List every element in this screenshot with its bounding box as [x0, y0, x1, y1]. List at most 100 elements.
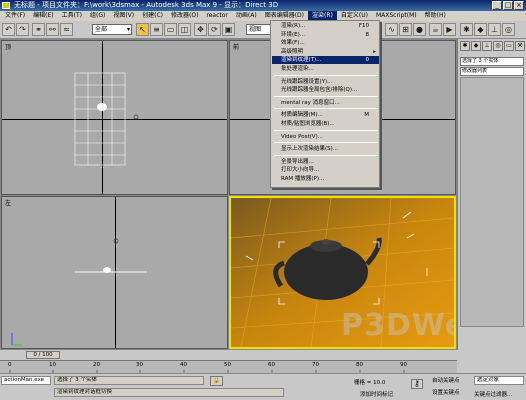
lock-selection-icon[interactable]: 🔒	[210, 376, 223, 386]
rectangular-selection-icon[interactable]: ▭	[164, 23, 177, 36]
render-menu-item-label: 材质编辑器(M)...	[281, 112, 323, 119]
render-menu-item-label: mental ray 消息窗口...	[281, 99, 340, 106]
menu-tools[interactable]: 工具(T)	[58, 11, 86, 21]
add-time-tag[interactable]: 添加时间标记	[360, 390, 393, 398]
motion-tab-icon[interactable]: ◎	[502, 23, 515, 36]
selection-name-field[interactable]: 选择了 3 个实体	[460, 57, 524, 66]
viewport-area: 顶 前 左 P3DWe	[0, 39, 457, 350]
material-editor-icon[interactable]: ●	[413, 23, 426, 36]
quick-render-icon[interactable]: ▶	[443, 23, 456, 36]
render-menu-item[interactable]: 材质/贴图浏览器(B)...	[272, 120, 379, 128]
grid-size: 栅格 = 10.0	[354, 380, 386, 386]
hierarchy-tab-icon[interactable]: ⊥	[488, 23, 501, 36]
create-tab-icon[interactable]: ✱	[460, 23, 473, 36]
render-menu-item-shortcut: M	[364, 112, 369, 119]
menu-separator	[274, 74, 378, 76]
window-crossing-icon[interactable]: ◫	[178, 23, 191, 36]
modifier-stack[interactable]	[460, 77, 524, 327]
bind-spacewarp-icon[interactable]: ≈	[60, 23, 73, 36]
key-icon[interactable]: ⚷	[411, 379, 423, 389]
menu-separator	[274, 95, 378, 97]
menu-bar: 文件(F) 编辑(E) 工具(T) 组(G) 视图(V) 创建(C) 修改器(O…	[0, 11, 526, 21]
minimize-button[interactable]: _	[492, 1, 502, 10]
redo-icon[interactable]: ↷	[16, 23, 29, 36]
render-menu-item[interactable]: 打印大小向导...	[272, 166, 379, 174]
menu-reactor[interactable]: reactor	[202, 11, 232, 21]
render-menu-item[interactable]: 光线跟踪器设置(Y)...	[272, 78, 379, 86]
render-menu-item[interactable]: 渲染(R)... F10	[272, 22, 379, 30]
maximize-button[interactable]: □	[503, 1, 513, 10]
viewport-front-label[interactable]: 前	[233, 42, 239, 51]
render-menu-item[interactable]: RAM 播放器(P)...	[272, 175, 379, 183]
render-menu-item[interactable]: mental ray 消息窗口...	[272, 99, 379, 107]
select-scale-icon[interactable]: ▣	[222, 23, 235, 36]
select-move-icon[interactable]: ✥	[194, 23, 207, 36]
viewport-left[interactable]: 左	[1, 196, 228, 349]
maxscript-listener-field[interactable]: actionMan.exe	[1, 376, 51, 385]
viewport-perspective[interactable]: 透视	[229, 196, 456, 349]
modify-panel-icon[interactable]: ◆	[471, 41, 481, 51]
render-menu-item[interactable]: 环境(E)... 8	[272, 31, 379, 39]
auto-key-button[interactable]: 自动关键点	[432, 376, 460, 384]
command-panel-tabs: ✱ ◆ ⊥ ◎ ▭ ⚒	[460, 41, 525, 51]
curve-editor-icon[interactable]: ∿	[385, 23, 398, 36]
time-slider[interactable]: 0 / 100	[26, 351, 60, 359]
render-menu-item[interactable]: 显示上次渲染结果(S)...	[272, 145, 379, 153]
render-menu-item-label: 高级照明	[281, 48, 304, 55]
selection-filter-dropdown[interactable]: 全部	[92, 24, 132, 35]
render-menu-item-label: 光线跟踪器设置(Y)...	[281, 78, 333, 85]
motion-panel-icon[interactable]: ◎	[493, 41, 503, 51]
modify-tab-icon[interactable]: ◆	[474, 23, 487, 36]
display-panel-icon[interactable]: ▭	[504, 41, 514, 51]
key-object-dropdown[interactable]: 选定对象	[474, 376, 524, 385]
modifier-list-dropdown[interactable]: 修改器列表	[460, 67, 524, 76]
render-menu-item[interactable]: 光线跟踪器全局包含/排除(Q)...	[272, 86, 379, 94]
menu-group[interactable]: 组(G)	[86, 11, 109, 21]
tick-label: 80	[356, 362, 363, 368]
select-by-name-icon[interactable]: ≡	[150, 23, 163, 36]
menu-create[interactable]: 创建(C)	[138, 11, 167, 21]
select-object-icon[interactable]: ↖	[136, 23, 149, 36]
link-icon[interactable]: ⚭	[32, 23, 45, 36]
select-rotate-icon[interactable]: ⟳	[208, 23, 221, 36]
render-menu-item-label: 渲染(R)...	[281, 23, 306, 29]
render-menu-item-label: 显示上次渲染结果(S)...	[281, 146, 339, 153]
menu-edit[interactable]: 编辑(E)	[29, 11, 57, 21]
window-title: 无标题 - 项目文件夹：F:\work\3dsmax - Autodesk 3d…	[14, 1, 279, 9]
hierarchy-panel-icon[interactable]: ⊥	[482, 41, 492, 51]
render-menu-item-label: 材质/贴图浏览器(B)...	[281, 121, 335, 127]
render-menu-item-shortcut: 0	[365, 57, 370, 64]
teapot-left-wireframe	[11, 238, 147, 346]
close-button[interactable]: ×	[514, 1, 524, 10]
render-menu-item[interactable]: 全景导出器...	[272, 158, 379, 166]
render-menu-item[interactable]: Video Post(V)...	[272, 133, 379, 141]
menu-modifiers[interactable]: 修改器(O)	[167, 11, 202, 21]
menu-help[interactable]: 帮助(H)	[421, 11, 450, 21]
schematic-view-icon[interactable]: ⊞	[399, 23, 412, 36]
render-menu-item[interactable]: 材质编辑器(M)... M	[272, 111, 379, 119]
tick-label: 40	[180, 362, 187, 368]
menu-file[interactable]: 文件(F)	[1, 11, 29, 21]
render-scene-icon[interactable]: ☕	[429, 23, 442, 36]
create-panel-icon[interactable]: ✱	[460, 41, 470, 51]
key-filters-button[interactable]: 关键点过滤器...	[474, 390, 512, 398]
undo-icon[interactable]: ↶	[2, 23, 15, 36]
render-menu-item[interactable]: 批处理渲染...	[272, 65, 379, 73]
render-menu-item[interactable]: 高级照明 ▸	[272, 48, 379, 56]
render-menu-item[interactable]: 效果(F)...	[272, 39, 379, 47]
unlink-icon[interactable]: ⚯	[46, 23, 59, 36]
viewport-top[interactable]: 顶	[1, 40, 228, 195]
submenu-arrow-icon: ▸	[373, 48, 376, 55]
render-menu-item-label: 渲染到纹理(T)...	[281, 57, 322, 64]
set-key-button[interactable]: 设置关键点	[432, 388, 460, 396]
menu-separator	[274, 108, 378, 110]
selection-status: 选择了 3 个实体	[54, 376, 204, 385]
reference-coordinate-dropdown[interactable]: 视图	[246, 24, 272, 35]
menu-views[interactable]: 视图(V)	[109, 11, 138, 21]
utilities-panel-icon[interactable]: ⚒	[515, 41, 525, 51]
render-menu-item-label: RAM 播放器(P)...	[281, 176, 325, 182]
render-menu-item-shortcut: 8	[365, 31, 370, 38]
menu-animation[interactable]: 动画(A)	[232, 11, 261, 21]
render-menu-item[interactable]: 渲染到纹理(T)... 0	[272, 56, 379, 65]
track-bar[interactable]: 0 10 20 30 40 50 60 70 80 90	[0, 360, 457, 374]
